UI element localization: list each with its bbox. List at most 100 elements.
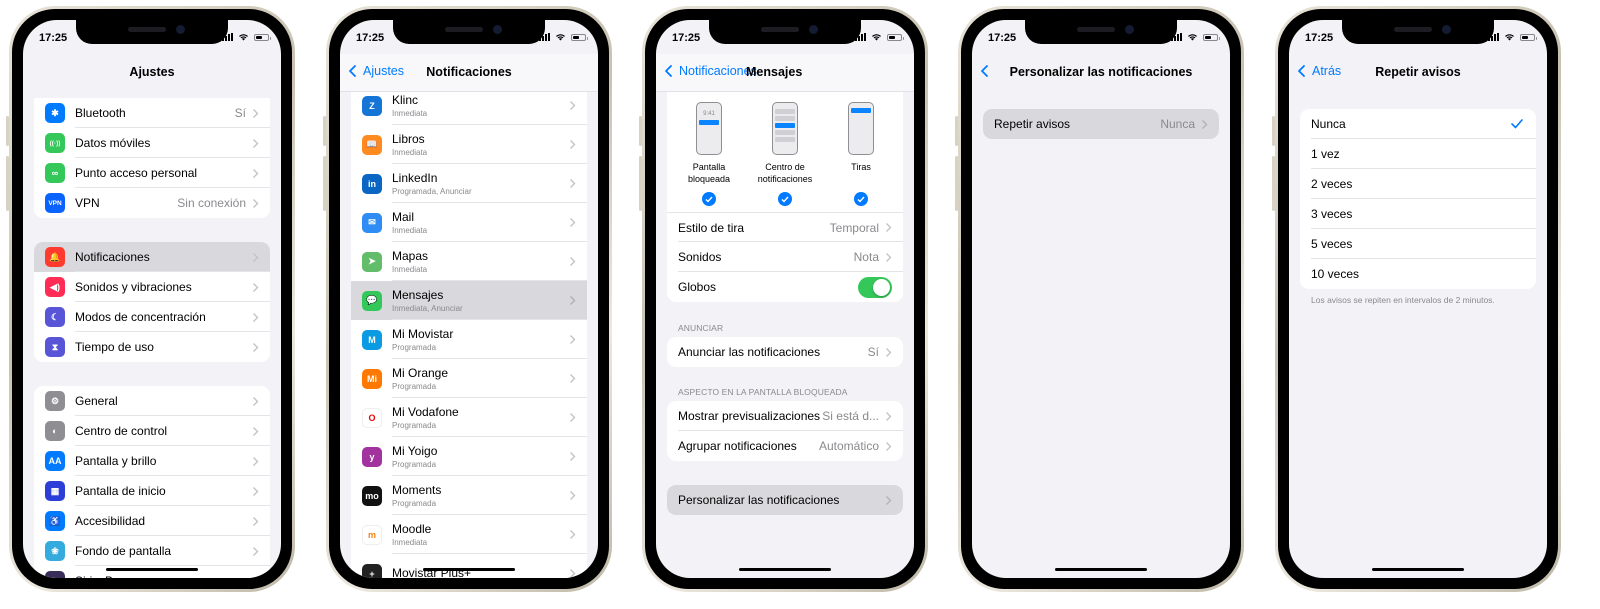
- row-label: Repetir avisos: [994, 117, 1071, 131]
- maps-icon: ➤: [362, 251, 382, 272]
- settings-row[interactable]: ((·)) Datos móviles: [34, 128, 270, 158]
- option-row[interactable]: 1 vez: [1300, 139, 1536, 169]
- option-row[interactable]: Nunca: [1300, 109, 1536, 139]
- settings-group: ✱ Bluetooth Sí ((·)) Datos móviles ∞ Punto acc…: [34, 98, 270, 218]
- app-row[interactable]: M Mi Movistar Programada: [351, 320, 587, 359]
- settings-list[interactable]: ✱ Bluetooth Sí ((·)) Datos móviles ∞ Punto acc…: [23, 98, 281, 578]
- app-label: Moodle Inmediata: [392, 522, 569, 547]
- row-value: Sí: [234, 106, 246, 120]
- back-button[interactable]: Notificaciones: [662, 64, 757, 78]
- app-row[interactable]: 💬 Mensajes Inmediata, Anunciar: [351, 281, 587, 320]
- settings-row[interactable]: 🔔 Notificaciones: [34, 242, 270, 272]
- nav-bar: Ajustes Notificaciones: [340, 54, 598, 92]
- app-row[interactable]: + Movistar Plus+: [351, 554, 587, 578]
- app-row[interactable]: 📖 Libros Inmediata: [351, 125, 587, 164]
- app-row[interactable]: in LinkedIn Programada, Anunciar: [351, 164, 587, 203]
- home-indicator[interactable]: [1372, 567, 1464, 571]
- app-notifications-list[interactable]: Z Klinc Inmediata 📖 Libros Inmediata in LinkedI…: [340, 86, 598, 578]
- chevron-right-icon: [570, 140, 576, 149]
- row-label: Pantalla y brillo: [75, 454, 157, 468]
- customize-notifications-row[interactable]: Personalizar las notificaciones: [667, 485, 903, 515]
- home-indicator[interactable]: [423, 567, 515, 571]
- app-row[interactable]: ➤ Mapas Inmediata: [351, 242, 587, 281]
- wifi-icon: [1188, 34, 1197, 41]
- settings-row[interactable]: ☾ Modos de concentración: [34, 302, 270, 332]
- alert-label: Pantalla bloqueada: [687, 162, 731, 184]
- setting-row[interactable]: Mostrar previsualizaciones Si está d...: [667, 401, 903, 431]
- option-label: 1 vez: [1311, 147, 1340, 161]
- settings-row[interactable]: ⧗ Tiempo de uso: [34, 332, 270, 362]
- app-row[interactable]: ✉ Mail Inmediata: [351, 203, 587, 242]
- setting-row[interactable]: Globos: [667, 272, 903, 302]
- settings-row[interactable]: VPN VPN Sin conexión: [34, 188, 270, 218]
- battery-icon: [254, 33, 271, 41]
- app-name: Moments: [392, 483, 442, 497]
- chevron-right-icon: [570, 374, 576, 383]
- phone-customize-notifications: 17:25 Personalizar las notificaciones Re…: [955, 6, 1244, 592]
- option-row[interactable]: 3 veces: [1300, 199, 1536, 229]
- settings-row[interactable]: ❀ Fondo de pantalla: [34, 536, 270, 566]
- option-row[interactable]: 5 veces: [1300, 229, 1536, 259]
- alert-option[interactable]: Tiras: [826, 102, 896, 206]
- row-label: Anunciar las notificaciones: [678, 345, 821, 359]
- row-label: Accesibilidad: [75, 514, 146, 528]
- accessibility-icon: ♿: [45, 511, 65, 531]
- row-label: Sonidos y vibraciones: [75, 280, 192, 294]
- settings-row[interactable]: ◀) Sonidos y vibraciones: [34, 272, 270, 302]
- option-label: 3 veces: [1311, 207, 1353, 221]
- home-indicator[interactable]: [106, 567, 198, 571]
- app-name: Moodle: [392, 522, 432, 536]
- app-row[interactable]: y Mi Yoigo Programada: [351, 437, 587, 476]
- page-title: Notificaciones: [426, 65, 512, 79]
- chevron-right-icon: [570, 101, 576, 110]
- vodafone-icon: O: [362, 407, 382, 428]
- settings-row[interactable]: ♿ Accesibilidad: [34, 506, 270, 536]
- settings-row[interactable]: ⚙ General: [34, 386, 270, 416]
- settings-row[interactable]: ▦ Pantalla de inicio: [34, 476, 270, 506]
- settings-row[interactable]: ◐ Centro de control: [34, 416, 270, 446]
- settings-row[interactable]: ✱ Bluetooth Sí: [34, 98, 270, 128]
- option-row[interactable]: 2 veces: [1300, 169, 1536, 199]
- app-row[interactable]: O Mi Vodafone Programada: [351, 398, 587, 437]
- chevron-right-icon: [1202, 119, 1208, 129]
- settings-row[interactable]: AA Pantalla y brillo: [34, 446, 270, 476]
- lock-screen-group: Mostrar previsualizaciones Si está d... Ag…: [667, 401, 903, 461]
- repeat-options-group: Nunca 1 vez 2 veces 3 veces 5 veces 10 veces: [1300, 109, 1536, 289]
- option-row[interactable]: 10 veces: [1300, 259, 1536, 289]
- movistar-icon: M: [362, 329, 382, 350]
- preview-time: 9:41: [703, 111, 715, 117]
- alert-option[interactable]: 9:41 Pantalla bloqueada: [674, 102, 744, 206]
- bell-icon: 🔔: [45, 247, 65, 267]
- chevron-right-icon: [570, 335, 576, 344]
- setting-row[interactable]: Sonidos Nota: [667, 242, 903, 272]
- option-label: 10 veces: [1311, 267, 1360, 281]
- chevron-left-icon: [665, 65, 672, 77]
- checkmark-circle-icon[interactable]: [778, 192, 792, 206]
- notch: [1342, 20, 1494, 44]
- app-delivery: Programada: [392, 421, 437, 430]
- chevron-right-icon: [253, 108, 259, 118]
- announce-row[interactable]: Anunciar las notificaciones Sí: [667, 337, 903, 367]
- chevron-right-icon: [253, 198, 259, 208]
- app-row[interactable]: Mi Mi Orange Programada: [351, 359, 587, 398]
- row-label: Personalizar las notificaciones: [678, 493, 840, 507]
- checkmark-circle-icon[interactable]: [702, 192, 716, 206]
- app-delivery: Inmediata, Anunciar: [392, 304, 463, 313]
- checkmark-circle-icon[interactable]: [854, 192, 868, 206]
- alert-styles: 9:41 Pantalla bloqueada Centro de notifica…: [667, 92, 903, 212]
- setting-row[interactable]: Estilo de tira Temporal: [667, 212, 903, 242]
- app-row[interactable]: m Moodle Inmediata: [351, 515, 587, 554]
- banner-settings: Estilo de tira Temporal Sonidos Nota Globos: [667, 212, 903, 302]
- home-indicator[interactable]: [1055, 567, 1147, 571]
- wifi-icon: [1505, 34, 1514, 41]
- settings-row[interactable]: ∞ Punto acceso personal: [34, 158, 270, 188]
- option-label: 2 veces: [1311, 177, 1353, 191]
- toggle-switch[interactable]: [858, 276, 892, 298]
- setting-row[interactable]: Agrupar notificaciones Automático: [667, 431, 903, 461]
- home-indicator[interactable]: [739, 567, 831, 571]
- app-label: Mi Movistar Programada: [392, 327, 569, 352]
- app-row[interactable]: mo Moments Programada: [351, 476, 587, 515]
- alert-option[interactable]: Centro de notificaciones: [750, 102, 820, 206]
- switches-icon: ◐: [45, 421, 65, 441]
- repeat-alerts-row[interactable]: Repetir avisos Nunca: [983, 109, 1219, 139]
